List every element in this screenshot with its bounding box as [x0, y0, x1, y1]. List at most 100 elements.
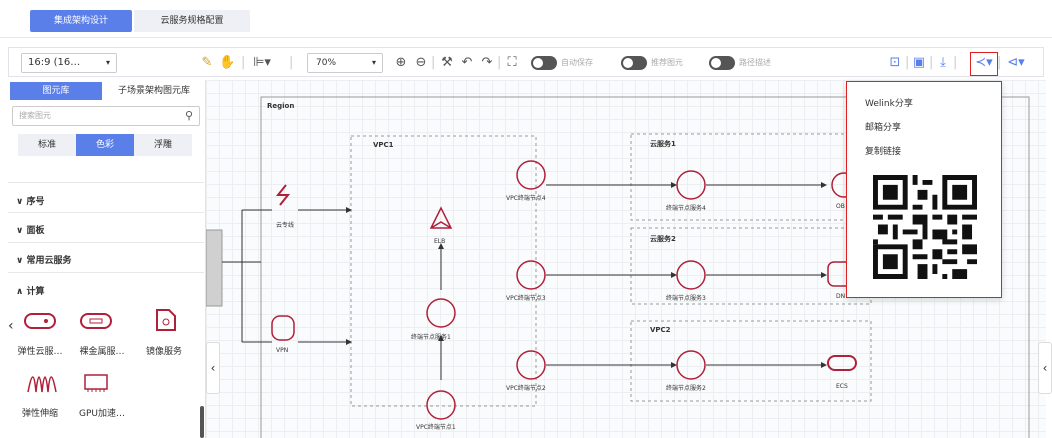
section-panel[interactable]: ∨ 面板 — [16, 223, 44, 236]
ratio-value: 16:9 (16… — [28, 57, 81, 68]
toolbar: 16:9 (16… ▾ ✎ ✋ | ⊫▾ | 70% ▾ ⊕ ⊖ | ⚒ ↶ ↷ |… — [8, 47, 1044, 77]
node-label: ELB — [434, 238, 446, 245]
recommend-toggle[interactable] — [621, 56, 647, 70]
endpoint-service-icon[interactable] — [676, 260, 706, 290]
endpoint-icon[interactable] — [516, 160, 546, 190]
divider: | — [497, 55, 502, 70]
external-block[interactable] — [206, 229, 223, 307]
qr-code-image — [873, 175, 977, 279]
elb-icon[interactable] — [429, 206, 453, 229]
vpn-icon[interactable] — [271, 315, 295, 341]
endpoint-icon[interactable] — [426, 390, 456, 420]
pathdesc-label: 路径描述 — [739, 58, 771, 67]
send-icon[interactable]: ⊲▾ — [1005, 53, 1027, 73]
style-standard[interactable]: 标准 — [18, 134, 76, 156]
redo-icon[interactable]: ↷ — [479, 53, 495, 73]
divider: | — [241, 55, 246, 70]
node-label: DN — [836, 293, 846, 300]
gpu-icon[interactable] — [82, 372, 110, 396]
node-label: OB — [836, 203, 845, 210]
endpoint-icon[interactable] — [516, 260, 546, 290]
item-label: GPU加速… — [79, 409, 125, 419]
tab-architecture-design[interactable]: 集成架构设计 — [30, 10, 132, 32]
tab-scene-library[interactable]: 子场景架构图元库 — [104, 82, 204, 100]
zoom-value: 70% — [316, 58, 337, 68]
undo-icon[interactable]: ↶ — [459, 53, 475, 73]
chevron-left-icon[interactable]: ‹ — [8, 318, 14, 334]
preview-icon[interactable]: ⊡ — [887, 53, 903, 73]
node-label: 终端节点服务4 — [666, 205, 706, 212]
mail-share-item[interactable]: 邮箱分享 — [865, 120, 901, 133]
zoom-in-icon[interactable]: ⊕ — [393, 53, 409, 73]
divider — [8, 182, 204, 183]
ecs-icon[interactable] — [22, 308, 58, 334]
divider — [8, 272, 204, 273]
endpoint-service-icon[interactable] — [676, 350, 706, 380]
section-compute[interactable]: ∧ 计算 — [16, 284, 44, 297]
ecs-icon[interactable] — [827, 355, 857, 371]
collapse-right-button[interactable]: ‹ — [1038, 342, 1052, 394]
autoscaling-icon[interactable] — [26, 370, 58, 396]
chevron-left-icon: ‹ — [1042, 361, 1048, 375]
divider: | — [905, 55, 910, 70]
hand-icon[interactable]: ✋ — [219, 53, 235, 73]
divider: | — [953, 55, 958, 70]
divider — [8, 242, 204, 243]
fit-screen-icon[interactable]: ⛶ — [503, 53, 521, 73]
divider — [8, 212, 204, 213]
style-relief[interactable]: 浮雕 — [134, 134, 192, 156]
style-color[interactable]: 色彩 — [76, 134, 134, 156]
library-panel: 图元库 子场景架构图元库 搜索图元 ⚲ 标准 色彩 浮雕 ∨ 序号 ∨ 面板 ∨ … — [8, 80, 206, 438]
node-label: 终端节点服务2 — [666, 385, 706, 392]
endpoint-service-icon[interactable] — [426, 298, 456, 328]
chevron-left-icon: ‹ — [210, 361, 216, 375]
chevron-down-icon: ∨ — [16, 226, 27, 236]
node-label: VPC终端节点3 — [506, 295, 546, 302]
item-label: 镜像服务 — [145, 347, 182, 357]
vpc1-box[interactable] — [350, 135, 537, 407]
share-popup: Welink分享 邮箱分享 复制链接 — [846, 81, 1002, 298]
save-icon[interactable]: ▣ — [911, 53, 927, 73]
recommend-label: 推荐图元 — [651, 58, 683, 67]
scrollbar[interactable] — [200, 406, 204, 438]
search-input[interactable]: 搜索图元 ⚲ — [12, 106, 200, 126]
pathdesc-toggle[interactable] — [709, 56, 735, 70]
image-service-icon[interactable] — [153, 306, 179, 334]
bms-icon[interactable] — [78, 308, 114, 334]
search-placeholder: 搜索图元 — [19, 111, 51, 120]
ratio-select[interactable]: 16:9 (16… ▾ — [21, 53, 117, 73]
node-label: VPC终端节点2 — [506, 385, 546, 392]
section-label: 计算 — [26, 287, 45, 297]
item-label: 裸金属服… — [79, 347, 125, 357]
direct-connect-icon[interactable] — [275, 184, 291, 206]
align-icon[interactable]: ⊫▾ — [249, 53, 275, 73]
section-index[interactable]: ∨ 序号 — [16, 194, 44, 207]
node-label: VPN — [276, 347, 289, 354]
copy-link-item[interactable]: 复制链接 — [865, 144, 901, 157]
share-highlight — [970, 52, 998, 76]
endpoint-service-icon[interactable] — [676, 170, 706, 200]
item-label: 弹性伸缩 — [21, 409, 58, 419]
chevron-up-icon: ∧ — [16, 287, 27, 297]
format-brush-icon[interactable]: ⚒ — [439, 53, 455, 73]
collapse-left-button[interactable]: ‹ — [206, 342, 220, 394]
svc1-label: 云服务1 — [650, 140, 676, 148]
divider: | — [929, 55, 934, 70]
endpoint-icon[interactable] — [516, 350, 546, 380]
vpc2-label: VPC2 — [650, 326, 671, 334]
tab-spec-config[interactable]: 云服务规格配置 — [134, 10, 250, 32]
node-label: VPC终端节点4 — [506, 195, 546, 202]
chevron-down-icon: ▾ — [105, 58, 110, 67]
autosave-toggle[interactable] — [531, 56, 557, 70]
chevron-down-icon: ∨ — [16, 197, 27, 207]
download-icon[interactable]: ⤓ — [935, 53, 951, 73]
tab-library[interactable]: 图元库 — [10, 82, 102, 100]
connector — [222, 209, 272, 343]
brush-icon[interactable]: ✎ — [199, 53, 215, 73]
zoom-out-icon[interactable]: ⊖ — [413, 53, 429, 73]
item-label: 弹性云服… — [17, 347, 63, 357]
welink-share-item[interactable]: Welink分享 — [865, 96, 913, 109]
zoom-select[interactable]: 70% ▾ — [307, 53, 383, 73]
region-label: Region — [267, 102, 295, 110]
section-common[interactable]: ∨ 常用云服务 — [16, 253, 71, 266]
